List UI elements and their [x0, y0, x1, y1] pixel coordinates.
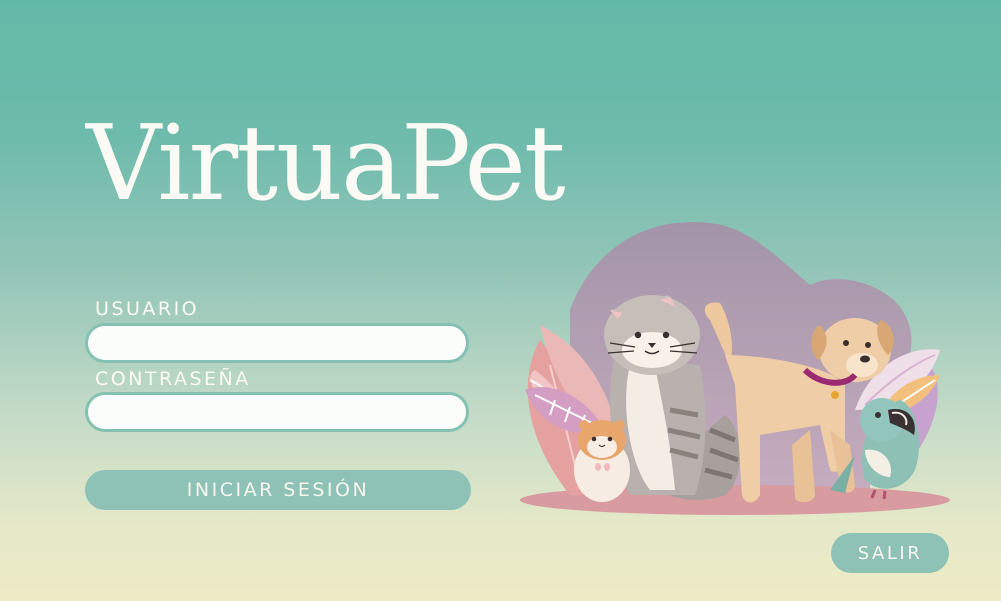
hamster-icon [574, 420, 630, 502]
pets-illustration [520, 221, 950, 515]
exit-button[interactable]: SALIR [831, 533, 949, 573]
username-label: USUARIO [95, 298, 200, 320]
password-input[interactable] [85, 392, 469, 432]
password-label: CONTRASEÑA [95, 368, 251, 390]
login-button[interactable]: INICIAR SESIÓN [85, 470, 471, 510]
app-title: VirtuaPet [86, 102, 566, 224]
username-input[interactable] [85, 323, 469, 363]
